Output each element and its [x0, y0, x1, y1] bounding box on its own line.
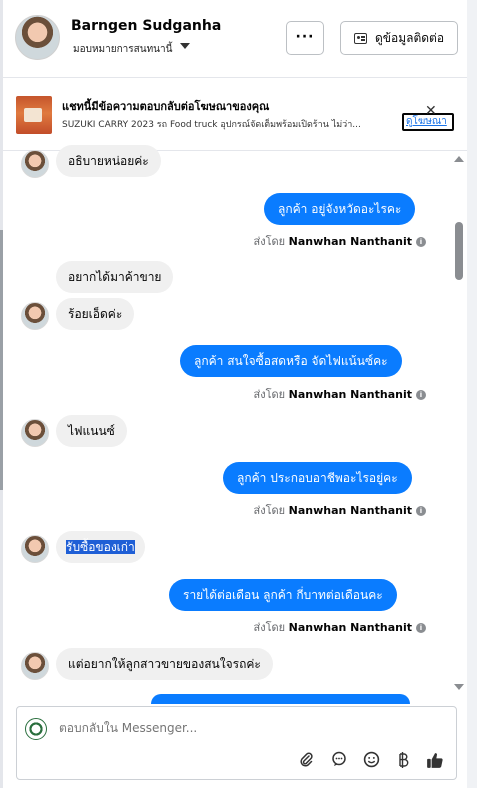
paperclip-icon[interactable]: [297, 751, 315, 769]
scroll-up-arrow-icon[interactable]: [454, 156, 464, 162]
thumbs-up-icon[interactable]: [426, 751, 444, 769]
reply-input[interactable]: [59, 721, 359, 735]
sender-name: Nanwhan Nanthanit: [288, 621, 412, 634]
ad-banner-description: SUZUKI CARRY 2023 รถ Food truck อุปกรณ์จ…: [62, 120, 361, 130]
contact-avatar-small: [21, 302, 49, 330]
incoming-message: อธิบายหน่อยค่ะ: [56, 145, 161, 177]
sender-name: Nanwhan Nanthanit: [288, 235, 412, 248]
incoming-message: ไฟแนนซ์: [56, 415, 127, 447]
info-icon[interactable]: i: [416, 506, 426, 516]
contact-avatar[interactable]: [15, 15, 60, 60]
ad-banner-title: แชทนี้มีข้อความตอบกลับต่อโฆษณาของคุณ: [62, 100, 270, 113]
ad-reply-banner: [3, 79, 467, 151]
info-icon[interactable]: i: [416, 237, 426, 247]
selected-message-text[interactable]: รับซื้อของเก่า: [66, 540, 135, 554]
chat-header: Barngen Sudganha มอบหมายการสนทนานี้ ··· …: [3, 0, 467, 78]
messenger-chat-panel: Barngen Sudganha มอบหมายการสนทนานี้ ··· …: [0, 0, 477, 788]
incoming-message: ร้อยเอ็ดค่ะ: [56, 298, 135, 330]
sent-by-label: ส่งโดย Nanwhan Nanthanit i: [254, 232, 426, 250]
chevron-down-icon[interactable]: [180, 43, 190, 49]
contact-avatar-small: [21, 419, 49, 447]
sent-by-prefix: ส่งโดย: [253, 388, 286, 401]
more-options-button[interactable]: ···: [286, 21, 324, 55]
view-contact-info-label: ดูข้อมูลติดต่อ: [375, 31, 445, 45]
sender-name: Nanwhan Nanthanit: [288, 504, 412, 517]
contact-name[interactable]: Barngen Sudganha: [71, 18, 221, 34]
sent-by-prefix: ส่งโดย: [253, 235, 286, 248]
close-icon[interactable]: ✕: [425, 104, 437, 118]
info-icon[interactable]: i: [416, 390, 426, 400]
sent-by-label: ส่งโดย Nanwhan Nanthanit i: [254, 618, 426, 636]
contact-avatar-small: [21, 150, 49, 178]
scroll-down-arrow-icon[interactable]: [454, 684, 464, 690]
page-logo-avatar: [25, 718, 47, 740]
info-icon[interactable]: i: [416, 623, 426, 633]
outgoing-message: ลูกค้า สนใจซื้อสดหรือ จัดไฟแน้นซ์คะ: [180, 345, 402, 377]
ad-thumbnail[interactable]: [16, 96, 52, 134]
right-page-scroll-track: [467, 0, 477, 788]
outgoing-message-partial: [151, 694, 410, 704]
contact-avatar-small: [21, 652, 49, 680]
smiley-icon[interactable]: [362, 751, 380, 769]
incoming-message: แต่อยากให้ลูกสาวขายของสนใจรถค่ะ: [56, 648, 273, 680]
contact-card-icon: [354, 33, 367, 44]
contact-avatar-small: [21, 535, 49, 563]
baht-icon[interactable]: [394, 751, 412, 769]
conversation-scrollbar-thumb[interactable]: [455, 222, 463, 280]
sent-by-prefix: ส่งโดย: [253, 504, 286, 517]
left-divider-accent: [0, 230, 3, 490]
outgoing-message: ลูกค้า อยู่จังหวัดอะไรคะ: [264, 193, 416, 225]
incoming-message: อยากได้มาค้าขาย: [56, 261, 174, 293]
outgoing-message: ลูกค้า ประกอบอาชีพอะไรอยู่คะ: [223, 462, 412, 494]
view-contact-info-button[interactable]: ดูข้อมูลติดต่อ: [340, 21, 458, 55]
incoming-message-selected: รับซื้อของเก่า: [56, 531, 145, 563]
sent-by-label: ส่งโดย Nanwhan Nanthanit i: [254, 501, 426, 519]
message-composer: [16, 706, 457, 780]
sent-by-prefix: ส่งโดย: [253, 621, 286, 634]
speech-bubble-icon[interactable]: [330, 751, 348, 769]
assign-conversation-label[interactable]: มอบหมายการสนทนานี้: [73, 42, 172, 57]
outgoing-message: รายได้ต่อเดือน ลูกค้า กี่บาทต่อเดือนคะ: [169, 579, 397, 611]
sender-name: Nanwhan Nanthanit: [288, 388, 412, 401]
sent-by-label: ส่งโดย Nanwhan Nanthanit i: [254, 385, 426, 403]
